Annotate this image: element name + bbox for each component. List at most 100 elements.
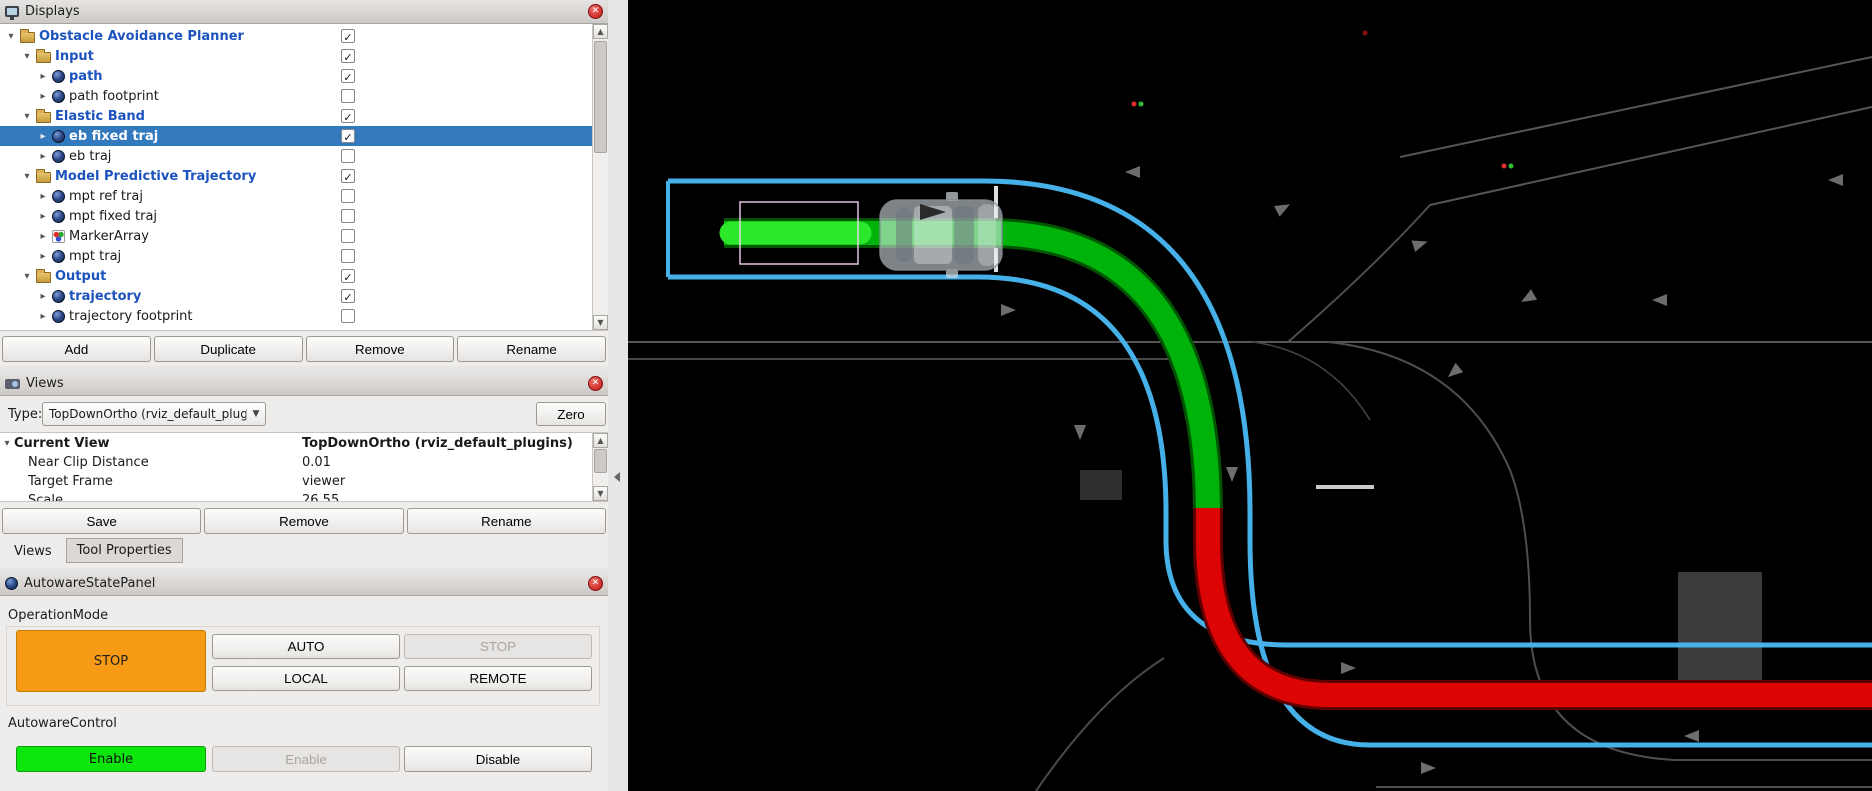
views-panel: Views ✕ Type: TopDownOrtho (rviz_default… — [0, 372, 608, 568]
tab-tool-properties[interactable]: Tool Properties — [66, 538, 183, 563]
property-row-target-frame[interactable]: Target Frameviewer — [0, 472, 592, 491]
tree-row-trajectory-footprint[interactable]: ▸trajectory footprint — [0, 306, 592, 326]
tree-row-elastic-band[interactable]: ▾Elastic Band — [0, 106, 592, 126]
scroll-down-icon[interactable]: ▼ — [593, 486, 608, 501]
chevron-right-icon[interactable]: ▸ — [36, 131, 50, 142]
chevron-right-icon[interactable]: ▸ — [36, 191, 50, 202]
tree-row-trajectory[interactable]: ▸trajectory — [0, 286, 592, 306]
operation-mode-state-stop-button[interactable]: STOP — [16, 630, 206, 692]
property-value[interactable]: 26.55 — [302, 493, 339, 502]
tree-row-path-footprint[interactable]: ▸ path footprint — [0, 86, 592, 106]
chevron-right-icon[interactable]: ▸ — [36, 251, 50, 262]
chevron-right-icon[interactable]: ▸ — [36, 91, 50, 102]
auto-mode-button[interactable]: AUTO — [212, 634, 400, 659]
tree-row-obstacle-avoidance-planner[interactable]: ▾ Obstacle Avoidance Planner — [0, 26, 592, 46]
tree-item-label: Model Predictive Trajectory — [55, 169, 256, 184]
chevron-down-icon[interactable]: ▾ — [20, 271, 34, 282]
scroll-down-icon[interactable]: ▼ — [593, 315, 608, 330]
tree-row-eb-fixed-traj[interactable]: ▸eb fixed traj — [0, 126, 592, 146]
close-icon[interactable]: ✕ — [588, 376, 603, 391]
chevron-right-icon[interactable]: ▸ — [36, 231, 50, 242]
scroll-up-icon[interactable]: ▲ — [593, 433, 608, 448]
folder-icon — [20, 32, 35, 43]
property-row-current-view[interactable]: ▾Current ViewTopDownOrtho (rviz_default_… — [0, 434, 592, 453]
property-value[interactable]: TopDownOrtho (rviz_default_plugins) — [302, 436, 573, 451]
view-type-select[interactable]: TopDownOrtho (rviz_default_plugins) ▼ — [42, 402, 266, 426]
tree-row-mpt-ref-traj[interactable]: ▸mpt ref traj — [0, 186, 592, 206]
property-row-near-clip-distance[interactable]: Near Clip Distance 0.01 — [0, 453, 592, 472]
visibility-checkbox[interactable] — [341, 249, 355, 263]
tree-row-mpt-traj[interactable]: ▸mpt traj — [0, 246, 592, 266]
visibility-checkbox[interactable] — [341, 29, 355, 43]
tree-row-input[interactable]: ▾Input — [0, 46, 592, 66]
displays-rename-button[interactable]: Rename — [457, 336, 606, 362]
scrollbar-thumb[interactable] — [594, 41, 607, 153]
views-table-scrollbar[interactable]: ▲ ▼ — [592, 433, 608, 501]
local-mode-button[interactable]: LOCAL — [212, 666, 400, 691]
tree-row-eb-traj[interactable]: ▸eb traj — [0, 146, 592, 166]
views-tabs: ViewsTool Properties — [4, 538, 183, 563]
disable-control-button[interactable]: Disable — [404, 746, 592, 772]
close-icon[interactable]: ✕ — [588, 576, 603, 591]
close-icon[interactable]: ✕ — [588, 4, 603, 19]
visibility-checkbox[interactable] — [341, 69, 355, 83]
remote-mode-button[interactable]: REMOTE — [404, 666, 592, 691]
rviz-3d-view[interactable] — [628, 0, 1872, 791]
visibility-checkbox[interactable] — [341, 289, 355, 303]
visibility-checkbox[interactable] — [341, 309, 355, 323]
tree-item-label: MarkerArray — [69, 229, 149, 244]
property-name: Near Clip Distance — [14, 455, 149, 470]
visibility-checkbox[interactable] — [341, 149, 355, 163]
tree-item-label: path footprint — [69, 89, 159, 104]
chevron-down-icon[interactable]: ▾ — [20, 51, 34, 62]
scroll-up-icon[interactable]: ▲ — [593, 24, 608, 39]
displays-titlebar[interactable]: Displays ✕ — [0, 0, 608, 24]
chevron-right-icon[interactable]: ▸ — [36, 71, 50, 82]
views-rename-button[interactable]: Rename — [407, 508, 606, 534]
visibility-checkbox[interactable] — [341, 89, 355, 103]
scrollbar-thumb[interactable] — [594, 449, 607, 473]
tree-row-markerarray[interactable]: ▸ MarkerArray — [0, 226, 592, 246]
visibility-checkbox[interactable] — [341, 109, 355, 123]
tab-views[interactable]: Views — [4, 540, 62, 563]
chevron-right-icon[interactable]: ▸ — [36, 291, 50, 302]
chevron-down-icon: ▼ — [246, 409, 265, 419]
property-value[interactable]: viewer — [302, 474, 345, 489]
property-row-scale[interactable]: Scale26.55 — [0, 491, 592, 502]
chevron-right-icon[interactable]: ▸ — [36, 311, 50, 322]
zero-button[interactable]: Zero — [536, 402, 606, 426]
visibility-checkbox[interactable] — [341, 49, 355, 63]
visibility-checkbox[interactable] — [341, 209, 355, 223]
views-save-button[interactable]: Save — [2, 508, 201, 534]
visibility-checkbox[interactable] — [341, 169, 355, 183]
chevron-down-icon[interactable]: ▾ — [20, 111, 34, 122]
displays-tree: ▾Obstacle Avoidance Planner▾Input▸path▸p… — [0, 24, 608, 331]
views-panel-icon — [5, 379, 20, 389]
chevron-right-icon[interactable]: ▸ — [36, 211, 50, 222]
rear-window — [896, 208, 912, 262]
chevron-right-icon[interactable]: ▸ — [36, 151, 50, 162]
visibility-checkbox[interactable] — [341, 189, 355, 203]
displays-duplicate-button[interactable]: Duplicate — [154, 336, 303, 362]
enable-control-button: Enable — [212, 746, 400, 772]
tree-item-label: Obstacle Avoidance Planner — [39, 29, 244, 44]
tree-row-mpt-fixed-traj[interactable]: ▸mpt fixed traj — [0, 206, 592, 226]
tree-row-path[interactable]: ▸path — [0, 66, 592, 86]
tree-row-output[interactable]: ▾Output — [0, 266, 592, 286]
views-remove-button[interactable]: Remove — [204, 508, 403, 534]
displays-tree-scrollbar[interactable]: ▲ ▼ — [592, 24, 608, 330]
panel-collapse-icon[interactable] — [614, 472, 620, 482]
displays-remove-button[interactable]: Remove — [306, 336, 455, 362]
tree-row-model-predictive-trajectory[interactable]: ▾ Model Predictive Trajectory — [0, 166, 592, 186]
autoware-titlebar[interactable]: AutowareStatePanel ✕ — [0, 572, 608, 596]
property-value[interactable]: 0.01 — [302, 455, 331, 470]
display-icon — [52, 210, 65, 223]
chevron-down-icon[interactable]: ▾ — [20, 171, 34, 182]
visibility-checkbox[interactable] — [341, 269, 355, 283]
visibility-checkbox[interactable] — [341, 129, 355, 143]
control-state-enable-button[interactable]: Enable — [16, 746, 206, 772]
displays-add-button[interactable]: Add — [2, 336, 151, 362]
views-titlebar[interactable]: Views ✕ — [0, 372, 608, 396]
chevron-down-icon[interactable]: ▾ — [4, 31, 18, 42]
visibility-checkbox[interactable] — [341, 229, 355, 243]
